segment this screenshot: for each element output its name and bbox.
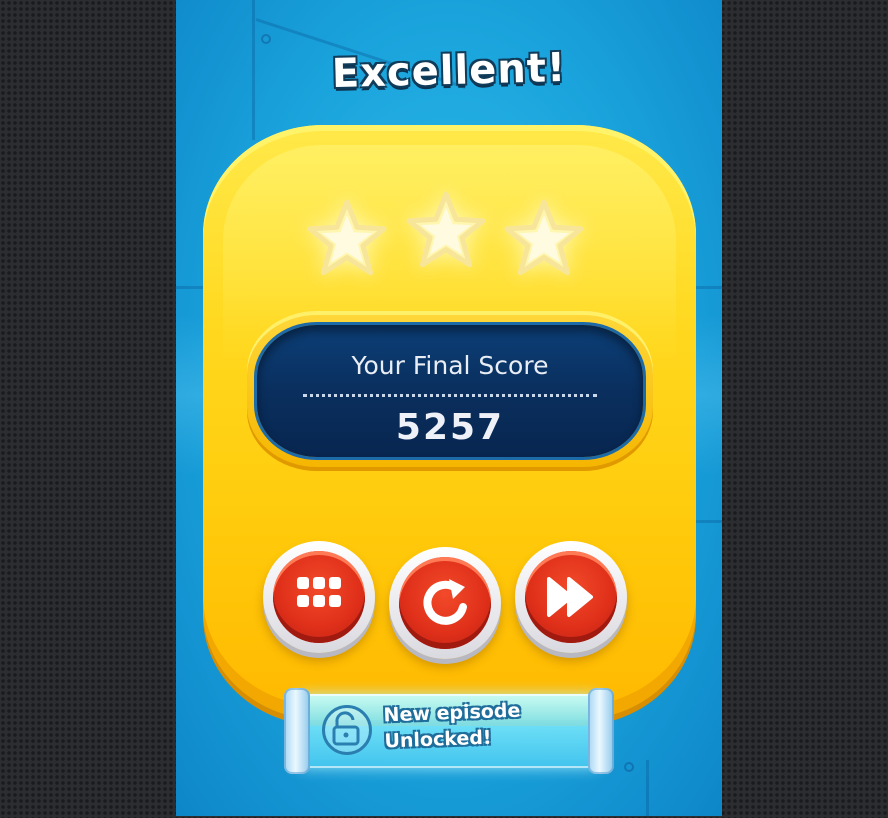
background-line: [692, 286, 722, 289]
background-line: [646, 760, 649, 816]
unlocked-padlock-icon: [332, 711, 360, 746]
banner-cap-left: [284, 688, 310, 774]
banner-line1: New episode: [383, 699, 521, 727]
replay-icon: [423, 579, 467, 625]
episode-unlocked-banner: New episode Unlocked!: [284, 688, 614, 776]
background-rivet: [261, 34, 271, 44]
background-line: [176, 286, 206, 289]
banner-line2: Unlocked!: [384, 726, 492, 753]
lock-badge: [322, 705, 372, 755]
score-divider: [303, 394, 597, 397]
banner-text: New episode Unlocked!: [383, 698, 522, 755]
score-frame: Your Final Score 5257: [247, 311, 653, 471]
grid-icon: [297, 577, 341, 607]
star-rating: [203, 191, 696, 287]
level-menu-button[interactable]: [263, 541, 375, 653]
replay-button[interactable]: [389, 547, 501, 659]
star-icon: [307, 199, 387, 276]
result-title: Excellent!: [331, 44, 567, 98]
star-icon: [406, 191, 486, 268]
score-display: Your Final Score 5257: [257, 325, 643, 457]
fast-forward-icon: [547, 577, 593, 617]
banner-cap-right: [588, 688, 614, 774]
score-label: Your Final Score: [351, 351, 549, 380]
game-screen: Excellent! Your Final Score 5257 New epi…: [176, 0, 722, 816]
next-level-button[interactable]: [515, 541, 627, 653]
background-line: [692, 520, 722, 523]
score-value: 5257: [395, 407, 505, 448]
background-rivet: [624, 762, 634, 772]
star-icon: [504, 199, 584, 276]
result-panel: Your Final Score 5257: [203, 125, 696, 720]
